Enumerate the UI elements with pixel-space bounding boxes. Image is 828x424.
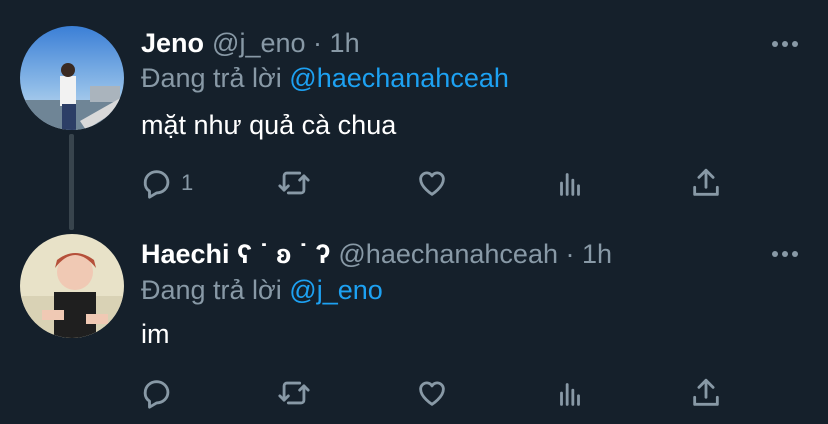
retweet-icon <box>278 171 310 195</box>
separator-dot: · <box>313 28 323 58</box>
user-handle[interactable]: @haechanahceah <box>338 239 558 269</box>
like-button[interactable] <box>415 166 449 200</box>
replying-to-link[interactable]: @j_eno <box>289 275 382 305</box>
share-button[interactable] <box>689 166 723 200</box>
tweet-text: im <box>141 319 170 349</box>
tweet-text: mặt như quả cà chua <box>141 110 397 140</box>
reply-button[interactable] <box>141 376 181 410</box>
reply-icon <box>143 380 170 409</box>
user-handle[interactable]: @j_eno <box>212 28 305 58</box>
timestamp[interactable]: 1h <box>582 239 612 269</box>
retweet-icon <box>278 381 310 405</box>
analytics-icon <box>560 383 580 406</box>
more-icon <box>772 41 778 47</box>
tweet-actions <box>141 376 741 410</box>
replying-to-link[interactable]: @haechanahceah <box>289 63 509 93</box>
replying-to: Đang trả lời @haechanahceah <box>141 62 509 94</box>
separator-dot: · <box>565 239 575 269</box>
replying-to: Đang trả lời @j_eno <box>141 274 383 306</box>
tweet[interactable]: Jeno @j_eno · 1h Đang trả lời @haechanahc… <box>0 0 828 230</box>
timestamp[interactable]: 1h <box>330 28 360 58</box>
reply-button[interactable]: 1 <box>141 166 193 200</box>
analytics-icon <box>560 173 580 196</box>
like-icon <box>419 171 445 196</box>
tweet-actions: 1 <box>141 166 741 200</box>
more-options-button[interactable] <box>772 250 798 258</box>
retweet-button[interactable] <box>277 166 311 200</box>
share-icon <box>693 378 719 406</box>
retweet-button[interactable] <box>277 376 311 410</box>
avatar[interactable] <box>20 26 124 130</box>
replying-prefix: Đang trả lời <box>141 63 282 93</box>
reply-count: 1 <box>181 170 194 195</box>
avatar[interactable] <box>20 234 124 338</box>
analytics-button[interactable] <box>553 376 587 410</box>
analytics-button[interactable] <box>553 166 587 200</box>
share-icon <box>693 168 719 196</box>
display-name[interactable]: Jeno <box>141 28 204 58</box>
display-name[interactable]: Haechi ʕ ˙ ʚ ˙ ʔ <box>141 239 330 269</box>
more-icon <box>772 251 778 257</box>
like-button[interactable] <box>415 376 449 410</box>
more-icon-dot <box>792 41 798 47</box>
more-options-button[interactable] <box>772 40 798 48</box>
more-icon-dot <box>792 251 798 257</box>
replying-prefix: Đang trả lời <box>141 275 282 305</box>
tweet-header: Haechi ʕ ˙ ʚ ˙ ʔ @haechanahceah · 1h <box>141 238 612 270</box>
tweet[interactable]: Haechi ʕ ˙ ʚ ˙ ʔ @haechanahceah · 1h Đang… <box>0 220 828 424</box>
share-button[interactable] <box>689 376 723 410</box>
more-icon-dot <box>782 41 788 47</box>
thread-connector <box>69 134 74 230</box>
more-icon-dot <box>782 251 788 257</box>
like-icon <box>419 381 445 406</box>
tweet-header: Jeno @j_eno · 1h <box>141 27 360 59</box>
reply-icon <box>143 170 170 199</box>
